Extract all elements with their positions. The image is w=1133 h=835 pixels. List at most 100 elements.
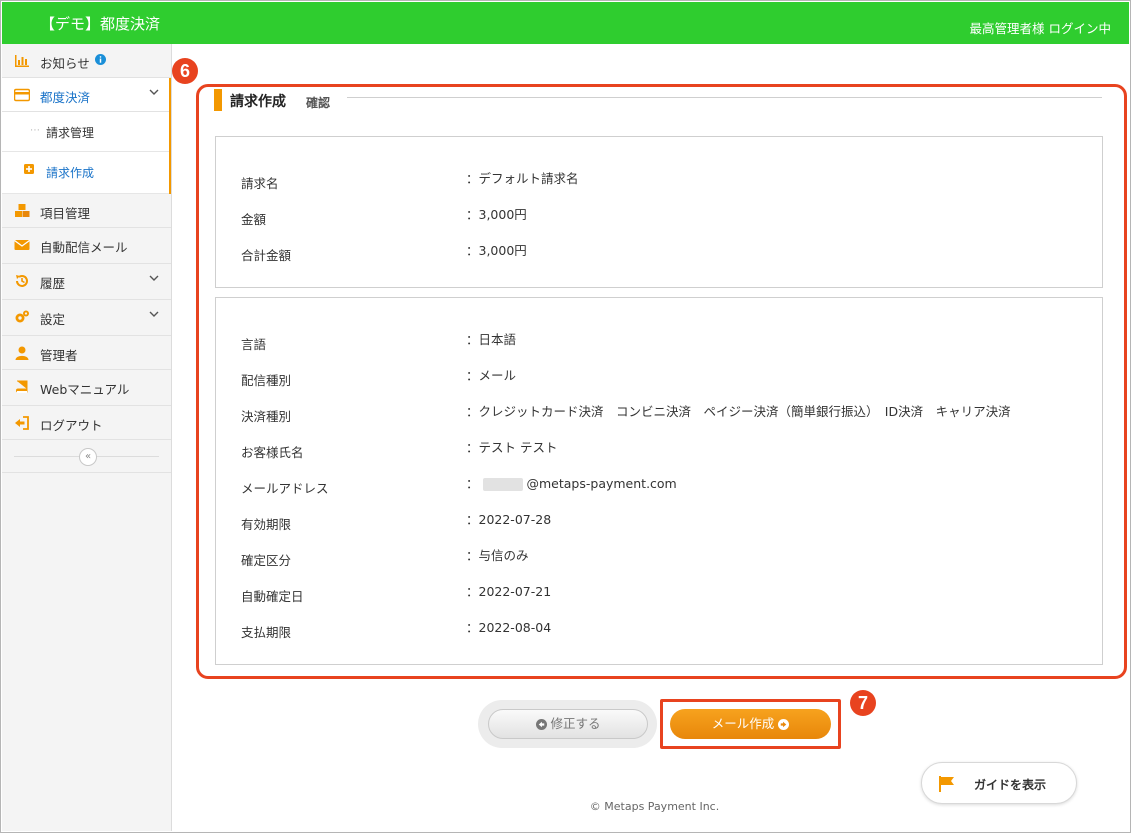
arrow-circle-right-icon <box>778 719 790 730</box>
arrow-circle-left-icon <box>535 719 547 730</box>
detail-row-auto-settle-date: 自動確定日 ：2022-07-21 <box>241 584 1081 604</box>
callout-step-7: 7 <box>850 690 876 716</box>
field-value: ：与信のみ <box>466 548 529 563</box>
page-title: 請求作成 <box>230 94 286 110</box>
section-rule <box>347 97 1102 98</box>
field-label: お客様氏名 <box>241 445 304 460</box>
sidebar-subitem-create-invoice[interactable]: 請求作成 <box>2 152 171 194</box>
summary-row-invoice-name: 請求名 ：デフォルト請求名 <box>241 171 1081 191</box>
field-label: 確定区分 <box>241 553 292 568</box>
sidebar-item-one-time-payment[interactable]: 都度決済 <box>2 78 171 112</box>
field-label: 自動確定日 <box>241 589 304 604</box>
field-value: ： @metaps-payment.com <box>466 473 677 492</box>
sidebar-divider <box>2 472 171 473</box>
callout-step-6: 6 <box>172 58 198 84</box>
sidebar-item-label: 自動配信メール <box>40 240 128 255</box>
cubes-icon <box>15 204 30 217</box>
chevron-down-icon <box>149 89 159 95</box>
footer-copyright: © Metaps Payment Inc. <box>589 800 720 813</box>
detail-row-expiry: 有効期限 ：2022-07-28 <box>241 512 1081 532</box>
sidebar-item-label: 項目管理 <box>40 206 91 221</box>
field-label: 支払期限 <box>241 625 292 640</box>
field-label: 金額 <box>241 212 267 227</box>
show-guide-button[interactable]: ガイドを表示 <box>921 762 1077 804</box>
field-label: 合計金額 <box>241 248 292 263</box>
sidebar-item-label: ログアウト <box>40 418 103 433</box>
redacted-email-user <box>482 478 523 491</box>
app-title[interactable]: 【デモ】都度決済 <box>40 13 160 34</box>
detail-row-language: 言語 ：日本語 <box>241 332 1081 352</box>
fix-button-label: 修正する <box>550 716 601 731</box>
field-label: 言語 <box>241 337 267 352</box>
field-value: ：テスト テスト <box>466 440 558 455</box>
field-value: ：3,000円 <box>466 243 527 258</box>
sidebar-item-label: Webマニュアル <box>40 382 130 397</box>
sidebar: お知らせ 都度決済 ⋯ 請求管理 請求作成 項目管理 自動配信メール 履歴 設定… <box>2 44 172 831</box>
create-mail-button-label: メール作成 <box>711 716 775 731</box>
active-section-indicator <box>169 78 171 194</box>
fix-button[interactable]: 修正する <box>488 709 648 739</box>
sidebar-item-settings[interactable]: 設定 <box>2 300 171 336</box>
email-domain: @metaps-payment.com <box>526 476 677 491</box>
summary-row-total: 合計金額 ：3,000円 <box>241 243 1081 263</box>
details-panel: 言語 ：日本語 配信種別 ：メール 決済種別 ：クレジットカード決済 コンビニ決… <box>215 297 1103 665</box>
sidebar-item-label: 設定 <box>40 312 66 327</box>
login-status: 最高管理者様 ログイン中 <box>969 21 1111 36</box>
field-value: ：2022-07-28 <box>466 512 552 527</box>
chevron-down-icon <box>149 311 159 317</box>
sidebar-item-label: お知らせ <box>40 56 90 71</box>
field-value: ：メール <box>466 368 517 383</box>
sidebar-item-label: 請求作成 <box>46 166 95 180</box>
sidebar-item-history[interactable]: 履歴 <box>2 264 171 300</box>
detail-row-payment-types: 決済種別 ：クレジットカード決済 コンビニ決済 ペイジー決済（簡単銀行振込） I… <box>241 404 1081 424</box>
top-bar: 【デモ】都度決済 最高管理者様 ログイン中 <box>2 2 1129 44</box>
summary-row-amount: 金額 ：3,000円 <box>241 207 1081 227</box>
field-value: ：デフォルト請求名 <box>466 171 579 186</box>
field-value: ：2022-08-04 <box>466 620 552 635</box>
history-icon <box>16 275 28 287</box>
page-subtitle: 確認 <box>306 96 331 110</box>
sidebar-item-item-management[interactable]: 項目管理 <box>2 194 171 228</box>
sidebar-item-label: 請求管理 <box>46 126 95 140</box>
show-guide-label: ガイドを表示 <box>974 778 1047 792</box>
sidebar-item-news[interactable]: お知らせ <box>2 44 171 78</box>
field-label: 請求名 <box>241 176 279 191</box>
summary-panel: 請求名 ：デフォルト請求名 金額 ：3,000円 合計金額 ：3,000円 <box>215 136 1103 288</box>
detail-row-delivery-type: 配信種別 ：メール <box>241 368 1081 388</box>
field-value-prefix: ： <box>466 476 479 491</box>
user-icon <box>15 346 29 360</box>
plus-square-icon <box>24 164 34 174</box>
field-label: 有効期限 <box>241 517 292 532</box>
info-icon <box>95 54 106 65</box>
sidebar-item-web-manual[interactable]: Webマニュアル <box>2 370 171 406</box>
field-label: 決済種別 <box>241 409 292 424</box>
sidebar-item-logout[interactable]: ログアウト <box>2 406 171 440</box>
sidebar-collapse-button[interactable]: « <box>79 448 97 466</box>
flag-icon <box>939 776 954 792</box>
field-value: ：日本語 <box>466 332 517 347</box>
sidebar-subitem-invoice-management[interactable]: ⋯ 請求管理 <box>2 112 171 152</box>
tree-dots-icon: ⋯ <box>30 125 40 136</box>
field-label: メールアドレス <box>241 481 329 496</box>
envelope-icon <box>14 239 30 250</box>
field-value: ：3,000円 <box>466 207 527 222</box>
create-mail-button[interactable]: メール作成 <box>670 709 831 739</box>
field-label: 配信種別 <box>241 373 292 388</box>
sidebar-item-auto-mail[interactable]: 自動配信メール <box>2 228 171 264</box>
chart-bar-icon <box>15 55 29 67</box>
gears-icon <box>15 310 29 323</box>
detail-row-payment-due: 支払期限 ：2022-08-04 <box>241 620 1081 640</box>
detail-row-settlement-type: 確定区分 ：与信のみ <box>241 548 1081 568</box>
book-icon <box>16 380 28 393</box>
chevron-down-icon <box>149 275 159 281</box>
credit-card-icon <box>14 88 30 102</box>
field-value: ：2022-07-21 <box>466 584 552 599</box>
sidebar-item-administrators[interactable]: 管理者 <box>2 336 171 370</box>
sign-out-icon <box>15 416 29 430</box>
sidebar-item-label: 履歴 <box>40 276 66 291</box>
sidebar-item-label: 管理者 <box>40 348 78 363</box>
section-accent-bar <box>214 89 222 111</box>
detail-row-customer-name: お客様氏名 ：テスト テスト <box>241 440 1081 460</box>
sidebar-item-label: 都度決済 <box>40 90 91 105</box>
detail-row-email: メールアドレス ： @metaps-payment.com <box>241 476 1081 496</box>
